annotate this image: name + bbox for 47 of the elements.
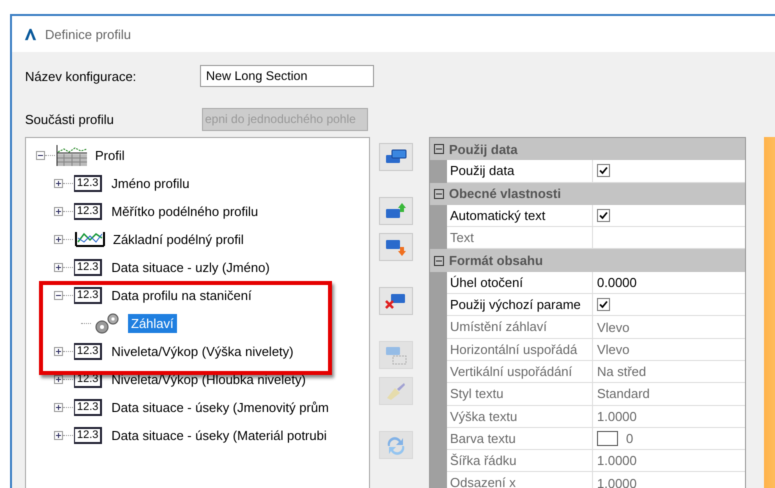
property-value: Vlevo	[597, 342, 630, 357]
tree-item[interactable]: Data profilu na staničení	[108, 286, 255, 304]
tree-item[interactable]: Záhlaví	[128, 314, 177, 332]
property-name: Odsazení x	[447, 472, 593, 488]
property-name: Úhel otočení	[447, 272, 593, 294]
number-icon: 12.3	[74, 342, 102, 360]
property-name: Výška textu	[447, 406, 593, 427]
property-value: Vlevo	[597, 320, 630, 335]
tree-item[interactable]: Data situace - uzly (Jméno)	[108, 258, 273, 276]
property-name: Vertikální uspořádání	[447, 360, 593, 382]
property-value: 0.0000	[597, 274, 637, 290]
section-header: Formát obsahu	[449, 253, 543, 268]
property-value: Standard	[597, 386, 650, 402]
tree-item[interactable]: Niveleta/Výkop (Hloubka nivelety)	[108, 370, 309, 388]
property-name: Použij data	[447, 160, 593, 182]
property-value: 1.0000	[597, 408, 637, 424]
property-value: 0	[626, 431, 634, 446]
property-name: Automatický text	[447, 204, 593, 226]
window-title: Definice profilu	[45, 26, 131, 42]
tree-item[interactable]: Jméno profilu	[108, 174, 192, 192]
number-icon: 12.3	[74, 286, 102, 304]
tree-item[interactable]: Základní podélný profil	[110, 230, 247, 248]
tree-item[interactable]: Profil	[92, 146, 128, 164]
section-header: Použij data	[449, 142, 518, 157]
property-name: Text	[447, 227, 593, 248]
tree-item[interactable]: Data situace - úseky (Materiál potrubi	[108, 426, 330, 444]
property-name: Šířka řádku	[447, 450, 593, 472]
number-icon: 12.3	[74, 202, 102, 220]
property-name: Styl textu	[447, 383, 593, 405]
property-name: Horizontální uspořádá	[447, 338, 593, 360]
property-value: 1.0000	[597, 476, 637, 488]
property-name: Umístění záhlaví	[447, 316, 593, 338]
number-icon: 12.3	[74, 258, 102, 276]
property-value: Na střed	[597, 364, 646, 380]
tree-item[interactable]: Měřítko podélného profilu	[108, 202, 262, 220]
number-icon: 12.3	[74, 174, 102, 192]
config-name-label: Název konfigurace:	[25, 68, 138, 84]
number-icon: 12.3	[74, 398, 102, 416]
tree-item[interactable]: Data situace - úseky (Jmenovitý prům	[108, 398, 332, 416]
property-name: Použij výchozí parame	[447, 294, 593, 316]
section-header: Obecné vlastnosti	[449, 186, 561, 202]
property-name: Barva textu	[447, 428, 593, 450]
tree-item[interactable]: Niveleta/Výkop (Výška nivelety)	[108, 342, 296, 360]
property-value: 1.0000	[597, 453, 637, 468]
number-icon: 12.3	[74, 426, 102, 444]
config-name-field[interactable]: New Long Section	[200, 65, 374, 87]
components-label: Součásti profilu	[25, 112, 115, 126]
